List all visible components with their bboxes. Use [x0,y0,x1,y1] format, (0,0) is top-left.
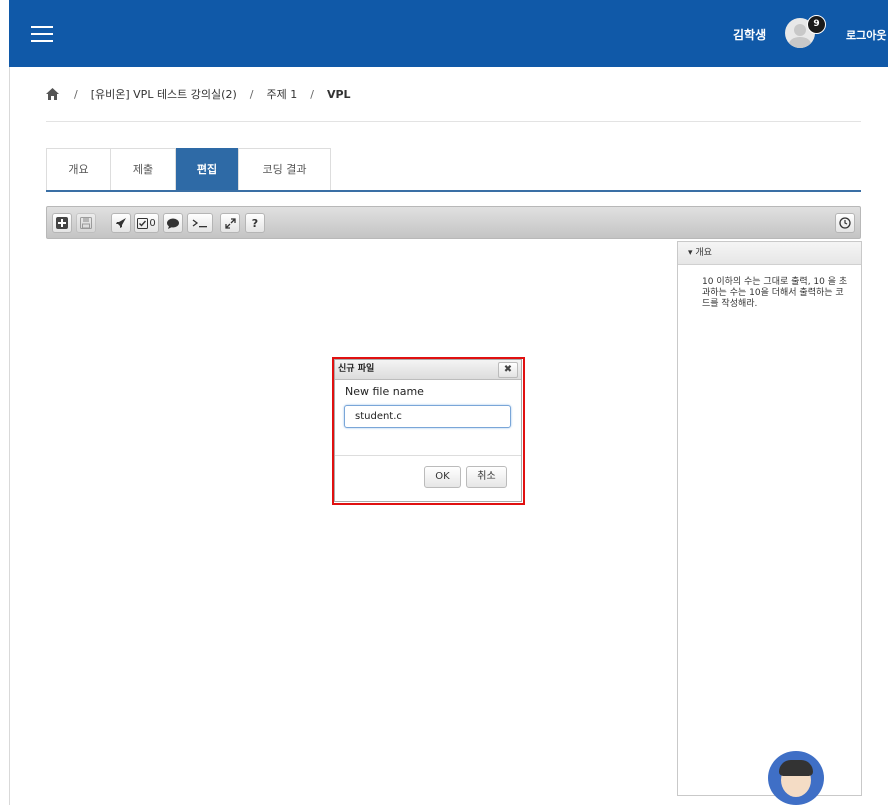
tab-overview[interactable]: 개요 [46,148,111,190]
logout-link[interactable]: 로그아웃 [846,27,886,43]
save-icon[interactable] [76,213,96,233]
new-file-icon[interactable] [52,213,72,233]
breadcrumb-current[interactable]: VPL [327,88,351,101]
breadcrumb-course[interactable]: [유비온] VPL 테스트 강의실(2) [91,86,237,102]
new-file-name-label: New file name [345,385,424,398]
clock-icon[interactable] [835,213,855,233]
breadcrumb-separator: / [74,87,78,101]
new-file-dialog: 신규 파일 ✖ New file name OK 취소 [334,359,522,502]
comment-icon[interactable] [163,213,183,233]
dialog-title-bar: 신규 파일 ✖ [335,360,521,380]
new-file-name-input[interactable] [344,405,511,428]
tab-bar: 개요 제출 편집 코딩 결과 [46,148,861,192]
chatbot-avatar-icon[interactable] [768,751,824,805]
cancel-button[interactable]: 취소 [466,466,507,488]
editor-toolbar: 0 ? [46,206,861,239]
fullscreen-icon[interactable] [220,213,240,233]
description-panel-title: 개요 [695,248,712,258]
run-icon[interactable] [111,213,131,233]
breadcrumb-topic[interactable]: 주제 1 [266,86,297,102]
top-navbar: 김학생 9 로그아웃 [9,0,888,67]
description-panel: ▾ 개요 10 이하의 수는 그대로 출력, 10 을 초과하는 수는 10을 … [677,241,862,796]
evaluate-count: 0 [149,217,156,229]
hamburger-icon[interactable] [31,26,53,42]
user-name[interactable]: 김학생 [733,26,766,43]
left-border [9,67,10,805]
notification-badge[interactable]: 9 [807,15,826,34]
dialog-close-button[interactable]: ✖ [498,362,518,378]
dialog-divider [335,455,521,456]
breadcrumb-separator: / [310,87,314,101]
help-icon[interactable]: ? [245,213,265,233]
tab-edit[interactable]: 편집 [176,148,238,190]
divider [46,121,861,122]
breadcrumb-separator: / [249,87,254,101]
ok-button[interactable]: OK [424,466,461,488]
console-icon[interactable] [187,213,213,233]
tab-submit[interactable]: 제출 [110,148,176,190]
home-icon[interactable] [46,88,59,100]
evaluate-icon[interactable]: 0 [134,213,159,233]
dialog-title: 신규 파일 [338,364,375,374]
collapse-arrow-icon: ▾ [688,248,693,258]
tab-coding-result[interactable]: 코딩 결과 [238,148,331,190]
breadcrumb: / [유비온] VPL 테스트 강의실(2) / 주제 1 / VPL [46,86,351,102]
description-panel-header[interactable]: ▾ 개요 [678,242,861,265]
description-text: 10 이하의 수는 그대로 출력, 10 을 초과하는 수는 10을 더해서 출… [702,277,848,309]
